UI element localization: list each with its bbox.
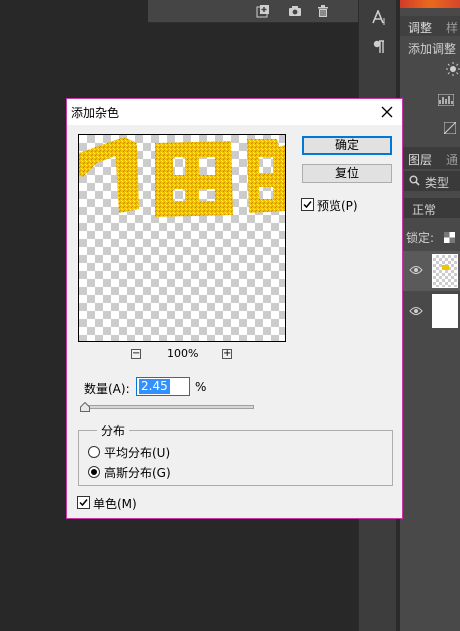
preview-checkbox[interactable] (301, 198, 314, 211)
tab-layers[interactable]: 图层 (408, 151, 432, 168)
amount-input[interactable]: 2.45 (136, 377, 190, 396)
zoom-level: 100% (167, 347, 199, 360)
search-icon (409, 175, 420, 186)
trash-icon[interactable] (316, 4, 330, 18)
tab-channels[interactable]: 通 (446, 151, 458, 168)
panel-bottom-toolbar (148, 0, 358, 23)
preview-noise-text (79, 137, 285, 217)
lock-label: 锁定: (406, 231, 435, 245)
eye-icon[interactable] (409, 265, 423, 275)
checkmark-icon (79, 499, 88, 507)
distribution-group: 分布 平均分布(U) 高斯分布(G) (78, 422, 393, 486)
add-noise-dialog: 添加杂色 − 100% + 确定 复位 预览(P) 数量(A): 2.45 % … (66, 98, 403, 519)
new-layer-icon[interactable] (256, 4, 270, 18)
layer-filter-label: 类型 (425, 176, 450, 190)
dialog-title-bar[interactable]: 添加杂色 (67, 99, 402, 125)
uniform-radio[interactable] (88, 446, 100, 458)
preview-canvas[interactable] (78, 134, 286, 342)
zoom-out-button[interactable]: − (131, 349, 141, 359)
amount-slider-track[interactable] (83, 405, 254, 409)
hue-icon[interactable] (444, 122, 456, 134)
dialog-title: 添加杂色 (71, 106, 120, 120)
color-swatch-strip[interactable] (400, 0, 460, 8)
tab-adjust[interactable]: 调整 (408, 19, 432, 36)
close-icon[interactable] (378, 103, 396, 121)
levels-icon[interactable] (438, 94, 454, 106)
brightness-icon[interactable] (446, 62, 460, 76)
amount-value: 2.45 (139, 379, 170, 394)
zoom-in-button[interactable]: + (222, 349, 232, 359)
radio-selected-dot (91, 469, 97, 475)
checkmark-icon (303, 201, 312, 209)
preview-label[interactable]: 预览(P) (317, 197, 358, 214)
gaussian-radio[interactable] (88, 466, 100, 478)
camera-icon[interactable] (288, 4, 302, 18)
amount-unit: % (195, 380, 207, 394)
monochromatic-checkbox[interactable] (77, 496, 90, 509)
ok-button[interactable]: 确定 (302, 136, 392, 155)
layer-thumbnail-background[interactable] (432, 294, 458, 328)
layer-thumbnail-text[interactable] (432, 254, 458, 288)
adjust-hint: 添加调整 (408, 42, 457, 56)
eye-icon[interactable] (409, 306, 423, 316)
right-panel: 调整 样 添加调整 图层 通 类型 正常 锁定: (400, 0, 460, 631)
amount-label: 数量(A): (84, 382, 130, 396)
gaussian-label[interactable]: 高斯分布(G) (104, 464, 171, 481)
amount-slider-thumb[interactable] (80, 402, 90, 412)
reset-button[interactable]: 复位 (302, 164, 392, 183)
distribution-legend: 分布 (97, 422, 130, 439)
lock-transparent-icon[interactable] (444, 232, 455, 243)
blend-mode-value: 正常 (412, 203, 437, 217)
character-panel-icon[interactable] (372, 10, 386, 26)
uniform-label[interactable]: 平均分布(U) (104, 444, 170, 461)
monochromatic-label[interactable]: 单色(M) (93, 495, 137, 512)
paragraph-panel-icon[interactable] (373, 40, 385, 54)
tab-styles[interactable]: 样 (446, 19, 458, 36)
